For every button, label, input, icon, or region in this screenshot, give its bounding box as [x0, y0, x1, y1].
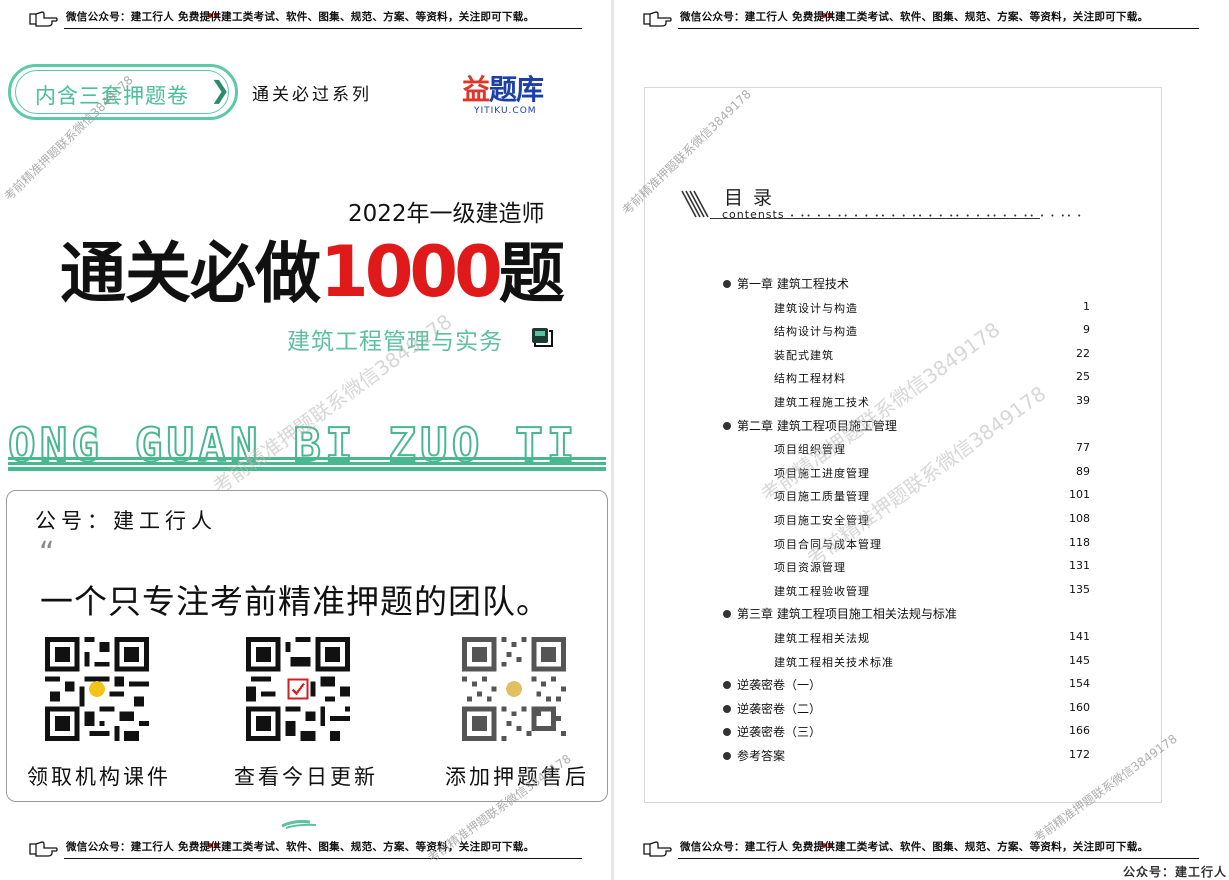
stripe: [8, 467, 606, 471]
cover-page: 微信公众号：建工行人 免费提供建工类考试、软件、图集、规范、方案、等资料，关注即…: [0, 0, 612, 880]
toc-page-number: 89: [1076, 464, 1090, 478]
footer-banner: 微信公众号：建工行人 免费提供建工类考试、软件、图集、规范、方案、等资料，关注即…: [0, 836, 612, 860]
toc-chapter-row[interactable]: 逆袭密卷（三） 166: [614, 722, 1229, 742]
toc-section-row[interactable]: 项目资源管理 131: [614, 557, 1229, 577]
toc-page-number: 9: [1083, 323, 1090, 337]
pointing-hand-icon: [643, 11, 672, 27]
toc-chapter-row[interactable]: 第二章 建筑工程项目施工管理: [614, 416, 1229, 436]
stripe: [8, 462, 606, 465]
qr-code-icon[interactable]: [462, 637, 566, 741]
exam-year-line: 2022年一级建造师: [348, 201, 545, 227]
promo-account: 公号：建工行人: [35, 509, 217, 533]
toc-page-number: 25: [1076, 370, 1090, 384]
banner-text: 微信公众号：建工行人 免费提供建工类考试、软件、图集、规范、方案、等资料，关注即…: [66, 11, 535, 23]
pointing-hand-icon: [643, 841, 672, 857]
qr-code-icon[interactable]: [246, 637, 350, 741]
bottom-caption: 公众号：建工行人: [1122, 865, 1227, 879]
qr-label: 领取机构课件: [27, 765, 171, 789]
logo-domain: YITIKU.COM: [474, 106, 537, 116]
book-title: 通关必做1000题: [60, 231, 565, 313]
toc-page-number: 166: [1069, 724, 1090, 738]
toc-page-number: 108: [1069, 512, 1090, 525]
toc-chapter-row[interactable]: 第三章 建筑工程项目施工相关法规与标准: [614, 604, 1229, 624]
toc-page-number: 141: [1069, 630, 1090, 643]
banner-text: 微信公众号：建工行人 免费提供建工类考试、软件、图集、规范、方案、等资料，关注即…: [680, 841, 1149, 853]
toc-page-number: 145: [1069, 653, 1090, 667]
toc-page: 微信公众号：建工行人 免费提供建工类考试、软件、图集、规范、方案、等资料，关注即…: [614, 0, 1229, 880]
bullet-icon: [723, 728, 731, 737]
banner-underline: [678, 28, 1199, 29]
toc-page-number: 118: [1069, 535, 1090, 549]
toc-section-row[interactable]: 建筑工程验收管理 135: [614, 581, 1229, 601]
footer-banner: 微信公众号：建工行人 免费提供建工类考试、软件、图集、规范、方案、等资料，关注即…: [614, 836, 1229, 860]
toc-section-row[interactable]: 项目合同与成本管理 118: [614, 534, 1229, 554]
bullet-icon: [723, 610, 731, 619]
toc-entry-label: 建筑工程相关法规: [774, 632, 870, 645]
toc-entry-label: 结构工程材料: [774, 372, 846, 386]
toc-stripes-icon: [681, 190, 709, 218]
toc-section-row[interactable]: 结构设计与构造 9: [614, 321, 1229, 341]
banner-underline: [678, 858, 1199, 859]
bullet-icon: [723, 421, 731, 430]
bullet-icon: [723, 280, 731, 288]
header-banner: 微信公众号：建工行人 免费提供建工类考试、软件、图集、规范、方案、等资料，关注即…: [614, 6, 1229, 30]
toc-entry-label: 结构设计与构造: [774, 325, 858, 339]
toc-page-number: 39: [1076, 394, 1090, 407]
qr-label: 查看今日更新: [234, 765, 378, 789]
banner-underline: [64, 28, 582, 29]
toc-entry-label: 建筑工程验收管理: [774, 584, 870, 598]
decorative-mark: [281, 820, 317, 829]
toc-entry-label: 建筑工程施工技术: [774, 396, 870, 409]
banner-underline: [64, 858, 582, 859]
toc-entry-label: 第一章 建筑工程技术: [737, 277, 849, 291]
toc-page-number: 135: [1069, 582, 1090, 596]
toc-section-row[interactable]: 项目施工安全管理 108: [614, 510, 1229, 530]
header-banner: 微信公众号：建工行人 免费提供建工类考试、软件、图集、规范、方案、等资料，关注即…: [0, 6, 612, 30]
promo-card: 公号：建工行人 “ 一个只专注考前精准押题的团队。 领取机构课件 查看今日更新 …: [6, 490, 608, 802]
quote-mark: “: [39, 536, 55, 571]
title-number: 1000: [320, 231, 503, 313]
toc-entry-label: 建筑设计与构造: [774, 301, 858, 315]
toc-entry-label: 参考答案: [737, 749, 786, 763]
promo-slogan: 一个只专注考前精准押题的团队。: [40, 582, 550, 621]
toc-page-number: 154: [1069, 677, 1090, 691]
toc-entry-label: 装配式建筑: [774, 348, 834, 362]
toc-section-row[interactable]: 项目组织管理 77: [614, 439, 1229, 459]
toc-subtitle: contensts: [722, 208, 785, 221]
toc-section-row[interactable]: 建筑工程相关技术标准 145: [614, 652, 1229, 672]
toc-page-number: 22: [1076, 346, 1090, 360]
toc-title: 目 录: [724, 187, 775, 209]
banner-text: 微信公众号：建工行人 免费提供建工类考试、软件、图集、规范、方案、等资料，关注即…: [680, 11, 1149, 23]
book-icon: [532, 328, 553, 347]
toc-section-row[interactable]: 建筑设计与构造 1: [614, 298, 1229, 318]
toc-chapter-row[interactable]: 逆袭密卷（二） 160: [614, 699, 1229, 719]
stripe: [8, 457, 606, 460]
toc-entry-label: 逆袭密卷（二）: [737, 701, 822, 716]
toc-page-number: 172: [1069, 748, 1090, 761]
toc-entry-label: 第三章 建筑工程项目施工相关法规与标准: [737, 607, 957, 622]
toc-page-number: 160: [1069, 700, 1090, 714]
bullet-icon: [723, 704, 731, 713]
series-label: 通关必过系列: [252, 85, 372, 105]
bullet-icon: [723, 681, 731, 690]
logo-text: 益题库: [462, 73, 544, 106]
toc-rule: [710, 218, 1040, 219]
toc-page-number: 131: [1069, 559, 1090, 573]
publisher-logo: 益题库 YITIKU.COM: [462, 68, 562, 120]
toc-page-number: 101: [1069, 488, 1090, 502]
toc-chapter-row[interactable]: 逆袭密卷（一） 154: [614, 675, 1229, 695]
pointing-hand-icon: [29, 841, 58, 857]
toc-section-row[interactable]: 建筑工程相关法规 141: [614, 628, 1229, 648]
chevron-right-icon: ❯: [210, 76, 231, 104]
qr-code-icon[interactable]: [45, 637, 149, 741]
toc-entry-label: 逆袭密卷（三）: [737, 725, 822, 740]
pointing-hand-icon: [29, 11, 58, 27]
toc-chapter-row[interactable]: 第一章 建筑工程技术: [614, 274, 1229, 294]
bullet-icon: [723, 752, 731, 760]
toc-entry-label: 建筑工程相关技术标准: [774, 655, 894, 669]
toc-page-number: 77: [1076, 441, 1090, 455]
toc-entry-label: 逆袭密卷（一）: [737, 678, 822, 693]
toc-page-number: 1: [1083, 299, 1090, 313]
